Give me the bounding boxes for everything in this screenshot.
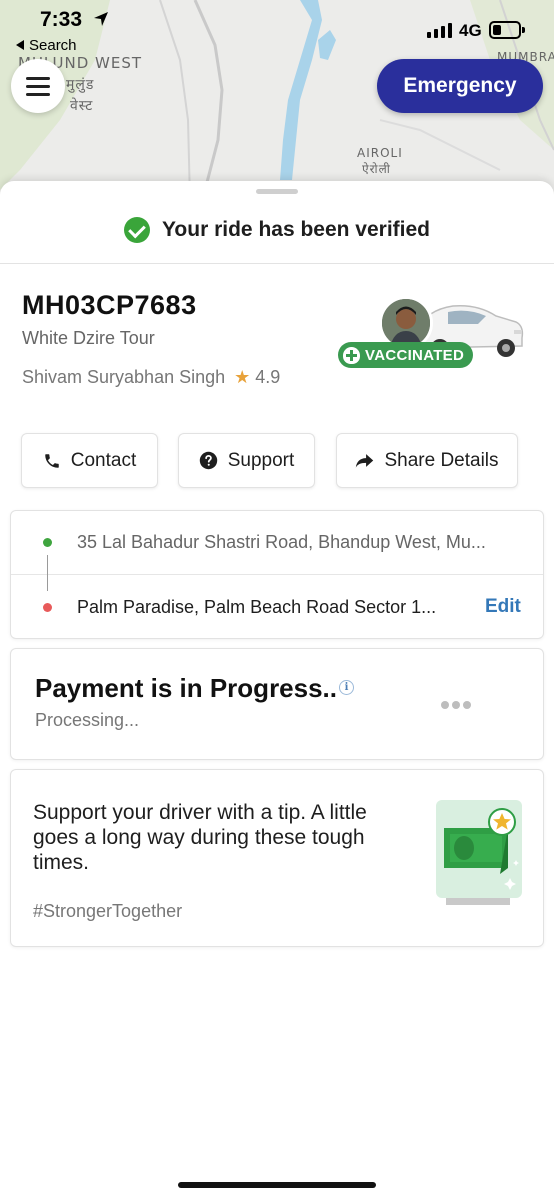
- pickup-row[interactable]: 35 Lal Bahadur Shastri Road, Bhandup Wes…: [11, 511, 543, 575]
- battery-icon: [489, 21, 525, 39]
- back-search-label: Search: [29, 37, 77, 54]
- home-indicator[interactable]: [178, 1182, 376, 1188]
- share-details-button[interactable]: Share Details: [336, 433, 518, 488]
- info-icon[interactable]: i: [339, 680, 354, 695]
- menu-button[interactable]: [11, 59, 65, 113]
- route-card: 35 Lal Bahadur Shastri Road, Bhandup Wes…: [10, 510, 544, 639]
- payment-title: Payment is in Progress..: [35, 673, 338, 703]
- vehicle-model: White Dzire Tour: [22, 328, 155, 348]
- tip-card[interactable]: Support your driver with a tip. A little…: [10, 769, 544, 947]
- drop-address: Palm Paradise, Palm Beach Road Sector 1.…: [77, 596, 437, 617]
- contact-button-label: Contact: [70, 449, 137, 471]
- share-arrow-icon: [356, 454, 374, 468]
- payment-status: Processing...: [35, 710, 140, 730]
- status-time: 7:33: [40, 8, 83, 31]
- network-type: 4G: [459, 21, 482, 40]
- more-dots-icon: [441, 701, 471, 709]
- shield-plus-icon: [343, 346, 360, 364]
- share-details-label: Share Details: [384, 449, 499, 471]
- phone-icon: [45, 453, 59, 468]
- vehicle-plate: MH03CP7683: [22, 290, 197, 320]
- payment-card: Payment is in Progress.. i Processing...: [10, 648, 544, 760]
- back-to-search-link[interactable]: Search: [16, 37, 77, 54]
- help-circle-icon: [199, 451, 217, 470]
- map-label-airoli: AIROLI: [357, 146, 403, 160]
- emergency-button[interactable]: Emergency: [377, 59, 543, 113]
- ride-verified-text: Your ride has been verified: [161, 217, 431, 241]
- cellular-signal-icon: [427, 22, 452, 38]
- contact-button[interactable]: Contact: [21, 433, 158, 488]
- star-icon: ★: [234, 367, 251, 387]
- support-button-label: Support: [227, 449, 295, 471]
- map-label-airoli-local: ऐरोली: [362, 162, 391, 176]
- pickup-address: 35 Lal Bahadur Shastri Road, Bhandup Wes…: [77, 532, 486, 552]
- edit-drop-button[interactable]: Edit: [485, 596, 521, 618]
- map-label-area-west-local-1: मुलुंड: [66, 77, 95, 93]
- location-arrow-icon: [94, 12, 108, 26]
- driver-rating: 4.9: [255, 367, 281, 387]
- sheet-drag-handle[interactable]: [256, 189, 298, 194]
- driver-name: Shivam Suryabhan Singh: [22, 367, 226, 387]
- drop-row: Palm Paradise, Palm Beach Road Sector 1.…: [11, 575, 543, 639]
- pickup-dot-icon: [43, 538, 52, 547]
- back-triangle-icon: [16, 40, 24, 50]
- hamburger-icon: [26, 76, 50, 80]
- money-star-illustration: [436, 800, 522, 905]
- drop-dot-icon: [43, 602, 52, 612]
- check-circle-icon: [123, 216, 150, 243]
- vaccinated-badge-label: VACCINATED: [365, 346, 465, 364]
- support-button[interactable]: Support: [178, 433, 315, 488]
- tip-hashtag: #StrongerTogether: [33, 901, 183, 921]
- driver-info: Shivam Suryabhan Singh ★ 4.9: [22, 367, 280, 388]
- ride-verified-banner: Your ride has been verified: [0, 196, 554, 264]
- map-label-area-west-local-2: वेस्ट: [70, 98, 94, 114]
- tip-message: Support your driver with a tip. A little…: [33, 801, 367, 874]
- vaccinated-badge: VACCINATED: [338, 342, 474, 368]
